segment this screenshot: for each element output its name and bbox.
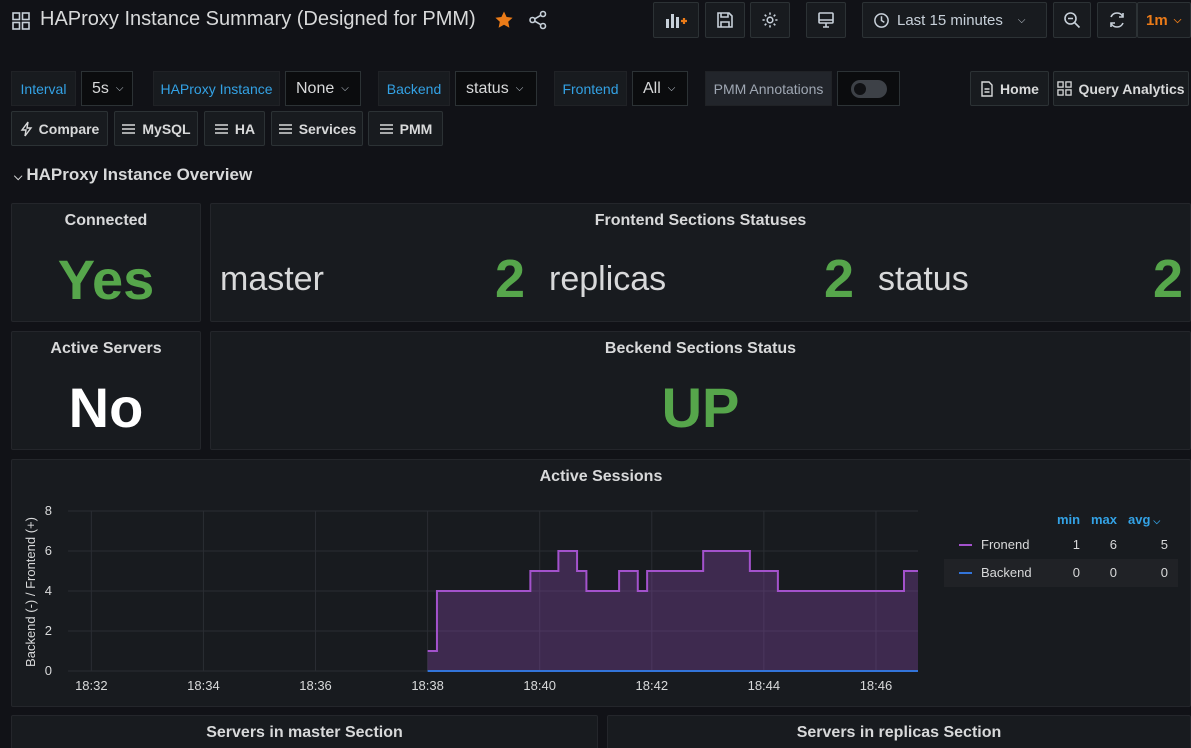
dashboard: HAProxy Instance Summary (Designed for P… xyxy=(0,0,1191,748)
legend-min-value: 1 xyxy=(1072,537,1080,552)
legend-header-avg-label: avg xyxy=(1128,512,1151,527)
x-tick-label: 18:44 xyxy=(748,678,781,693)
chart-series xyxy=(427,550,918,672)
y-tick-label: 6 xyxy=(45,543,52,558)
series-color-swatch[interactable] xyxy=(959,544,972,546)
legend-avg-value: 5 xyxy=(1160,537,1168,552)
series-area-fronend xyxy=(427,551,918,671)
legend-series-name: Backend xyxy=(981,565,1032,580)
x-tick-label: 18:40 xyxy=(523,678,556,693)
legend-row-frontend[interactable]: Fronend 1 6 5 xyxy=(944,531,1178,559)
legend-series-name: Fronend xyxy=(981,537,1030,552)
legend-header-min[interactable]: min xyxy=(1057,512,1080,527)
legend-header-avg[interactable]: avg ⌵ xyxy=(1128,512,1160,527)
y-tick-label: 0 xyxy=(45,663,52,678)
panel-title[interactable]: Servers in replicas Section xyxy=(608,724,1190,742)
x-tick-label: 18:34 xyxy=(187,678,220,693)
x-tick-label: 18:38 xyxy=(411,678,444,693)
panel-title[interactable]: Servers in master Section xyxy=(12,724,597,742)
legend-max-value: 0 xyxy=(1109,565,1117,580)
legend-header-max[interactable]: max xyxy=(1091,512,1117,527)
servers-master-panel: Servers in master Section xyxy=(11,715,598,748)
active-sessions-chart[interactable]: 0 2 4 6 8 18:32 18:34 18:36 18:38 18:40 18:42 18:44… xyxy=(0,0,1191,748)
x-tick-label: 18:46 xyxy=(860,678,893,693)
y-axis-label: Backend (-) / Frontend (+) xyxy=(23,517,38,667)
x-tick-label: 18:36 xyxy=(299,678,332,693)
legend-row-backend[interactable]: Backend 0 0 0 xyxy=(944,559,1178,587)
chevron-down-icon: ⌵ xyxy=(1153,516,1161,526)
servers-replicas-panel: Servers in replicas Section xyxy=(607,715,1191,748)
y-tick-label: 4 xyxy=(45,583,52,598)
series-color-swatch[interactable] xyxy=(959,572,972,574)
legend-max-value: 6 xyxy=(1109,537,1117,552)
legend-avg-value: 0 xyxy=(1160,565,1168,580)
x-tick-label: 18:32 xyxy=(75,678,108,693)
y-tick-label: 2 xyxy=(45,623,52,638)
x-tick-label: 18:42 xyxy=(636,678,669,693)
y-tick-label: 8 xyxy=(45,503,52,518)
legend-min-value: 0 xyxy=(1072,565,1080,580)
